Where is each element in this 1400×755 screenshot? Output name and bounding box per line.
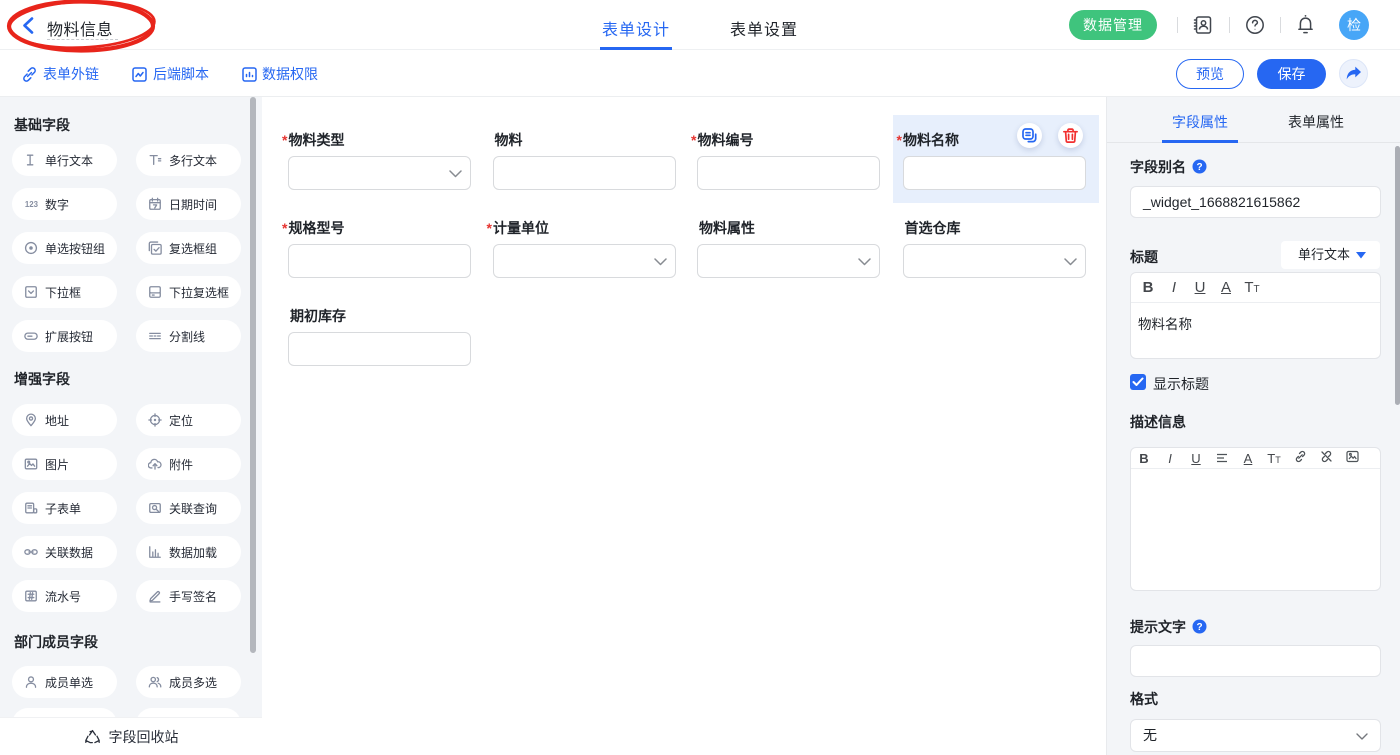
svg-text:?: ? <box>1196 162 1202 173</box>
svg-text:123: 123 <box>25 200 38 209</box>
svg-text:?: ? <box>1196 622 1202 633</box>
